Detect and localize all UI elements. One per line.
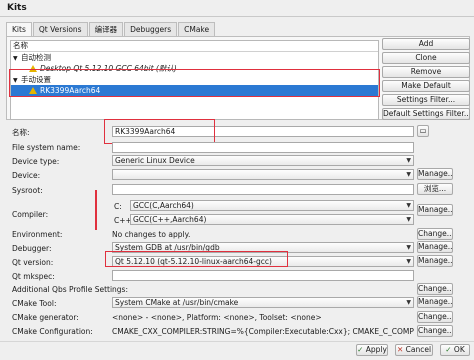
device-select[interactable]: ▼	[112, 169, 414, 180]
chevron-down-icon: ▼	[406, 216, 411, 223]
settings-filter-button[interactable]: Settings Filter...	[382, 94, 470, 106]
device-type-label: Device type:	[12, 157, 60, 166]
name-label: 名称:	[12, 128, 30, 137]
c-compiler-select[interactable]: GCC(C,Aarch64) ▼	[130, 200, 414, 211]
tree-group-auto[interactable]: ▼ 自动检测	[11, 52, 378, 63]
device-label: Device:	[12, 171, 41, 180]
check-icon: ✓	[357, 345, 364, 354]
highlight-box-compiler	[95, 190, 97, 230]
cmake-tool-label: CMake Tool:	[12, 299, 57, 308]
sysroot-input[interactable]	[112, 184, 414, 195]
environment-change-button[interactable]: Change...	[417, 228, 453, 240]
c-compiler-label: C:	[114, 202, 122, 211]
qbs-label: Additional Qbs Profile Settings:	[12, 285, 128, 294]
chevron-down-icon: ▼	[406, 202, 411, 209]
cmake-generator-value: <none> - <none>, Platform: <none>, Tools…	[112, 313, 322, 322]
highlight-box-name	[104, 119, 215, 144]
add-button[interactable]: Add	[382, 38, 470, 50]
title-divider	[0, 16, 474, 17]
chevron-down-icon: ▼	[406, 258, 411, 265]
environment-value: No changes to apply.	[112, 230, 191, 239]
check-icon: ✓	[445, 345, 452, 354]
tree-column-header: 名称	[11, 41, 378, 52]
c-compiler-value: GCC(C,Aarch64)	[133, 201, 194, 210]
tab-cmake[interactable]: CMake	[178, 22, 216, 36]
cmake-config-label: CMake Configuration:	[12, 327, 93, 336]
cpp-compiler-select[interactable]: GCC(C++,Aarch64) ▼	[130, 214, 414, 225]
cmake-generator-change-button[interactable]: Change...	[417, 311, 453, 323]
make-default-button[interactable]: Make Default	[382, 80, 470, 92]
ok-button[interactable]: ✓ OK	[440, 344, 470, 356]
qt-version-manage-button[interactable]: Manage...	[417, 255, 453, 267]
remove-button[interactable]: Remove	[382, 66, 470, 78]
chevron-down-icon: ▼	[406, 244, 411, 251]
cmake-tool-manage-button[interactable]: Manage...	[417, 296, 453, 308]
compiler-label: Compiler:	[12, 210, 49, 219]
close-icon: ✕	[396, 345, 404, 354]
cpp-compiler-value: GCC(C++,Aarch64)	[133, 215, 207, 224]
qt-mkspec-label: Qt mkspec:	[12, 272, 55, 281]
kit-icon-button[interactable]: ▭	[417, 125, 429, 137]
fs-name-input[interactable]	[112, 142, 414, 153]
qbs-change-button[interactable]: Change...	[417, 283, 453, 295]
cmake-tool-select[interactable]: System CMake at /usr/bin/cmake ▼	[112, 297, 414, 308]
cmake-config-value: CMAKE_CXX_COMPILER:STRING=%{Compiler:Exe…	[112, 327, 414, 336]
tree-group-auto-label: 自动检测	[21, 53, 51, 62]
cmake-generator-label: CMake generator:	[12, 313, 79, 322]
cmake-tool-value: System CMake at /usr/bin/cmake	[115, 298, 239, 307]
debugger-label: Debugger:	[12, 244, 52, 253]
window-title: Kits	[7, 3, 27, 13]
apply-label: Apply	[365, 345, 387, 354]
highlight-box-manual-kit	[9, 69, 380, 97]
device-type-value: Generic Linux Device	[115, 156, 195, 165]
debugger-manage-button[interactable]: Manage...	[417, 241, 453, 253]
tab-qt-versions[interactable]: Qt Versions	[32, 22, 88, 36]
clone-button[interactable]: Clone	[382, 52, 470, 64]
fs-label: File system name:	[12, 143, 81, 152]
device-manage-button[interactable]: Manage...	[417, 168, 453, 180]
qt-version-label: Qt version:	[12, 258, 54, 267]
cancel-label: Cancel	[405, 345, 432, 354]
compiler-manage-button[interactable]: Manage...	[417, 204, 453, 216]
qt-mkspec-input[interactable]	[112, 270, 414, 281]
monitor-icon: ▭	[419, 126, 427, 135]
environment-label: Environment:	[12, 230, 63, 239]
cancel-button[interactable]: ✕ Cancel	[395, 344, 433, 356]
device-type-select[interactable]: Generic Linux Device ▼	[112, 155, 414, 166]
tab-debuggers[interactable]: Debuggers	[124, 22, 178, 36]
chevron-down-icon: ▼	[406, 299, 411, 306]
ok-label: OK	[453, 345, 465, 354]
tab-bar: Kits Qt Versions 编译器 Debuggers CMake	[6, 22, 216, 37]
apply-button[interactable]: ✓ Apply	[356, 344, 388, 356]
tab-kits[interactable]: Kits	[6, 22, 32, 37]
tab-compilers[interactable]: 编译器	[88, 22, 124, 36]
default-settings-filter-button[interactable]: Default Settings Filter...	[382, 108, 470, 120]
highlight-box-qt-version	[105, 251, 288, 267]
chevron-down-icon: ▼	[406, 171, 411, 178]
sysroot-browse-button[interactable]: 浏览...	[417, 183, 453, 195]
sysroot-label: Sysroot:	[12, 186, 43, 195]
chevron-down-icon: ▼	[406, 157, 411, 164]
cmake-config-change-button[interactable]: Change...	[417, 325, 453, 337]
